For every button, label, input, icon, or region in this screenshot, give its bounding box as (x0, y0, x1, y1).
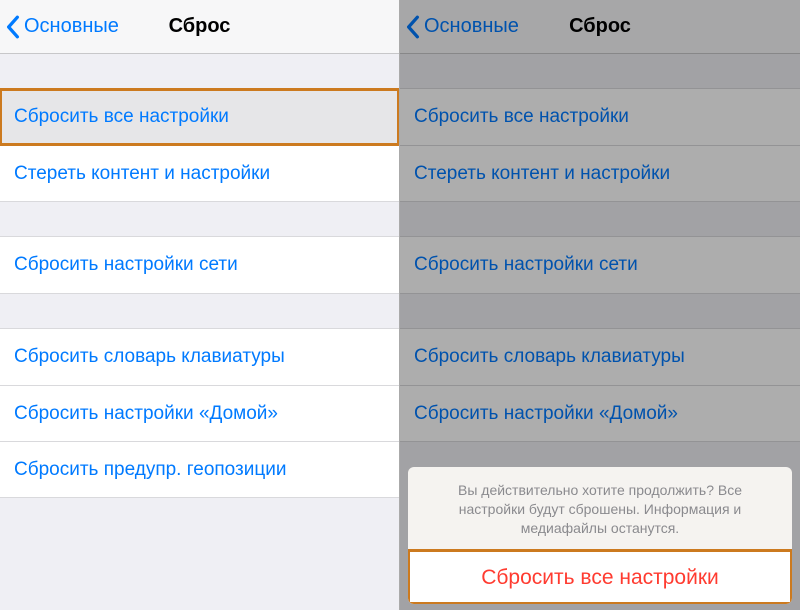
group-2: Сбросить настройки сети (0, 236, 399, 294)
chevron-left-icon (6, 15, 20, 39)
navbar: Основные Сброс (400, 0, 800, 54)
back-label: Основные (24, 15, 119, 38)
spacer (400, 294, 800, 328)
pane-left: Основные Сброс Сбросить все настройки Ст… (0, 0, 400, 610)
reset-home-layout[interactable]: Сбросить настройки «Домой» (400, 385, 800, 441)
confirm-reset-button[interactable]: Сбросить все настройки (408, 550, 792, 604)
spacer (0, 202, 399, 236)
spacer (0, 294, 399, 328)
group-1: Сбросить все настройки Стереть контент и… (0, 88, 399, 202)
app-container: Основные Сброс Сбросить все настройки Ст… (0, 0, 800, 610)
reset-all-settings[interactable]: Сбросить все настройки (0, 89, 399, 145)
back-label: Основные (424, 15, 519, 38)
group-2: Сбросить настройки сети (400, 236, 800, 294)
reset-all-settings[interactable]: Сбросить все настройки (400, 89, 800, 145)
reset-home-layout[interactable]: Сбросить настройки «Домой» (0, 385, 399, 441)
chevron-left-icon (406, 15, 420, 39)
reset-location-warnings[interactable]: Сбросить предупр. геопозиции (0, 441, 399, 497)
page-title: Сброс (569, 15, 631, 38)
group-3: Сбросить словарь клавиатуры Сбросить нас… (0, 328, 399, 498)
reset-keyboard-dictionary[interactable]: Сбросить словарь клавиатуры (0, 329, 399, 385)
spacer (400, 54, 800, 88)
reset-network-settings[interactable]: Сбросить настройки сети (0, 237, 399, 293)
reset-network-settings[interactable]: Сбросить настройки сети (400, 237, 800, 293)
action-sheet: Вы действительно хотите продолжить? Все … (408, 467, 792, 604)
spacer (0, 54, 399, 88)
action-sheet-message: Вы действительно хотите продолжить? Все … (408, 467, 792, 550)
action-sheet-card: Вы действительно хотите продолжить? Все … (408, 467, 792, 604)
erase-content-settings[interactable]: Стереть контент и настройки (400, 145, 800, 201)
back-button[interactable]: Основные (0, 15, 119, 39)
reset-keyboard-dictionary[interactable]: Сбросить словарь клавиатуры (400, 329, 800, 385)
erase-content-settings[interactable]: Стереть контент и настройки (0, 145, 399, 201)
back-button[interactable]: Основные (400, 15, 519, 39)
group-1: Сбросить все настройки Стереть контент и… (400, 88, 800, 202)
navbar: Основные Сброс (0, 0, 399, 54)
spacer (400, 202, 800, 236)
page-title: Сброс (169, 15, 231, 38)
pane-right: Основные Сброс Сбросить все настройки Ст… (400, 0, 800, 610)
group-3: Сбросить словарь клавиатуры Сбросить нас… (400, 328, 800, 442)
